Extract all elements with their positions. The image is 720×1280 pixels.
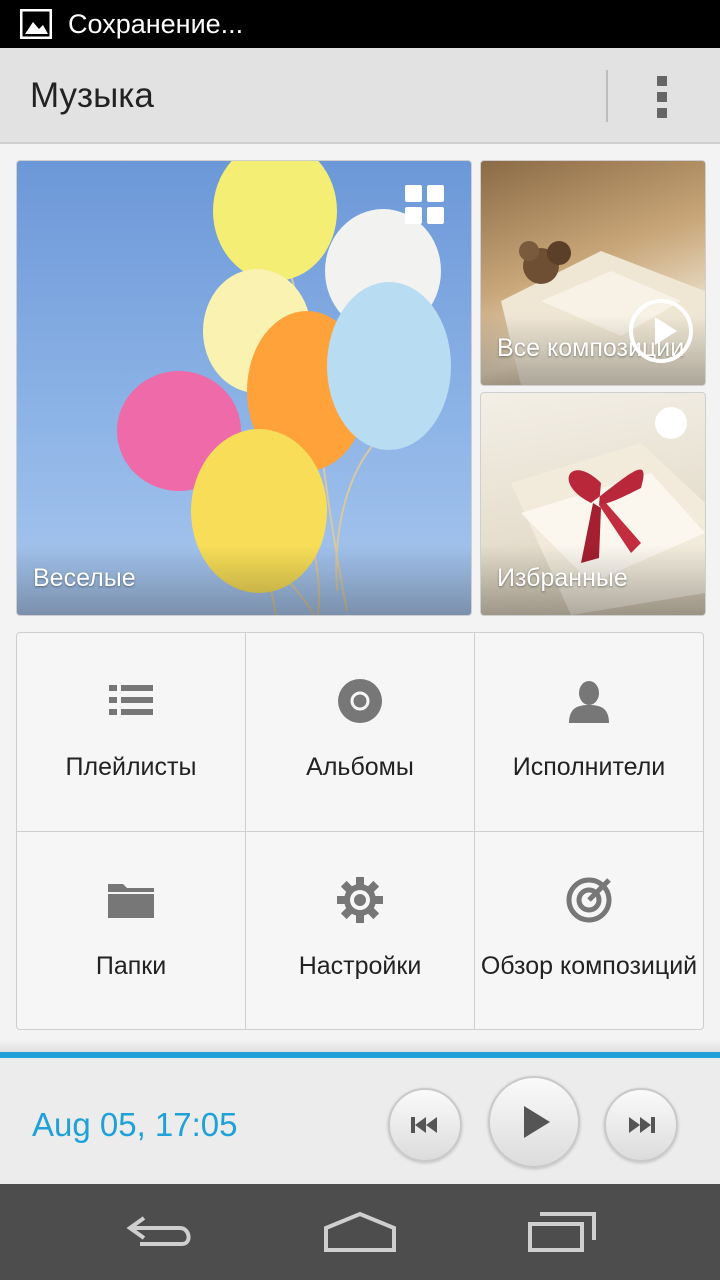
status-text: Сохранение...: [68, 9, 244, 39]
menu-item-settings[interactable]: Настройки: [246, 832, 474, 1029]
menu-item-playlists[interactable]: Плейлисты: [17, 633, 245, 831]
list-icon: [109, 685, 153, 715]
menu-item-label: Папки: [95, 952, 167, 980]
now-playing-bar[interactable]: Aug 05, 17:05: [0, 1052, 720, 1184]
folder-icon: [108, 884, 154, 918]
system-nav-bar: [0, 1184, 720, 1280]
menu-item-label: Обзор композиций: [480, 952, 698, 980]
menu-item-folders[interactable]: Папки: [17, 832, 245, 1029]
play-button[interactable]: [488, 1076, 580, 1168]
next-icon: [629, 1117, 655, 1133]
menu-item-label: Альбомы: [306, 753, 414, 781]
home-icon[interactable]: [322, 1208, 398, 1256]
menu-item-label: Настройки: [298, 952, 422, 980]
next-button[interactable]: [604, 1088, 678, 1162]
action-bar-divider: [606, 70, 608, 122]
back-icon[interactable]: [122, 1208, 198, 1256]
status-bar: Сохранение...: [0, 0, 720, 48]
now-playing-title: Aug 05, 17:05: [32, 1106, 238, 1143]
target-icon: [566, 877, 612, 923]
gear-icon: [337, 877, 383, 923]
play-icon: [524, 1106, 550, 1138]
menu-item-artists[interactable]: Исполнители: [475, 633, 703, 831]
disc-icon: [338, 679, 382, 723]
image-icon: [20, 9, 52, 39]
tile-label: Избранные: [497, 564, 628, 592]
tile-all-songs[interactable]: Все композиции: [480, 160, 706, 386]
previous-button[interactable]: [388, 1088, 462, 1162]
menu-item-label: Плейлисты: [65, 753, 197, 781]
menu-item-label: Исполнители: [512, 753, 666, 781]
grid-view-icon[interactable]: [405, 185, 445, 225]
tile-playlist-fun[interactable]: Веселые: [16, 160, 472, 616]
overflow-menu-icon[interactable]: [640, 70, 688, 122]
previous-icon: [411, 1117, 437, 1133]
action-bar: Музыка: [0, 48, 720, 144]
recents-icon[interactable]: [524, 1208, 600, 1256]
tile-favorites[interactable]: Избранные: [480, 392, 706, 616]
tile-label: Веселые: [33, 564, 136, 592]
menu-item-browse-songs[interactable]: Обзор композиций: [475, 832, 703, 1029]
page-title: Музыка: [30, 76, 154, 115]
menu-item-albums[interactable]: Альбомы: [246, 633, 474, 831]
play-circle-icon[interactable]: [629, 299, 693, 363]
library-menu: Плейлисты Альбомы Исполнители Папки Наст…: [16, 632, 704, 1030]
person-icon: [569, 681, 609, 723]
